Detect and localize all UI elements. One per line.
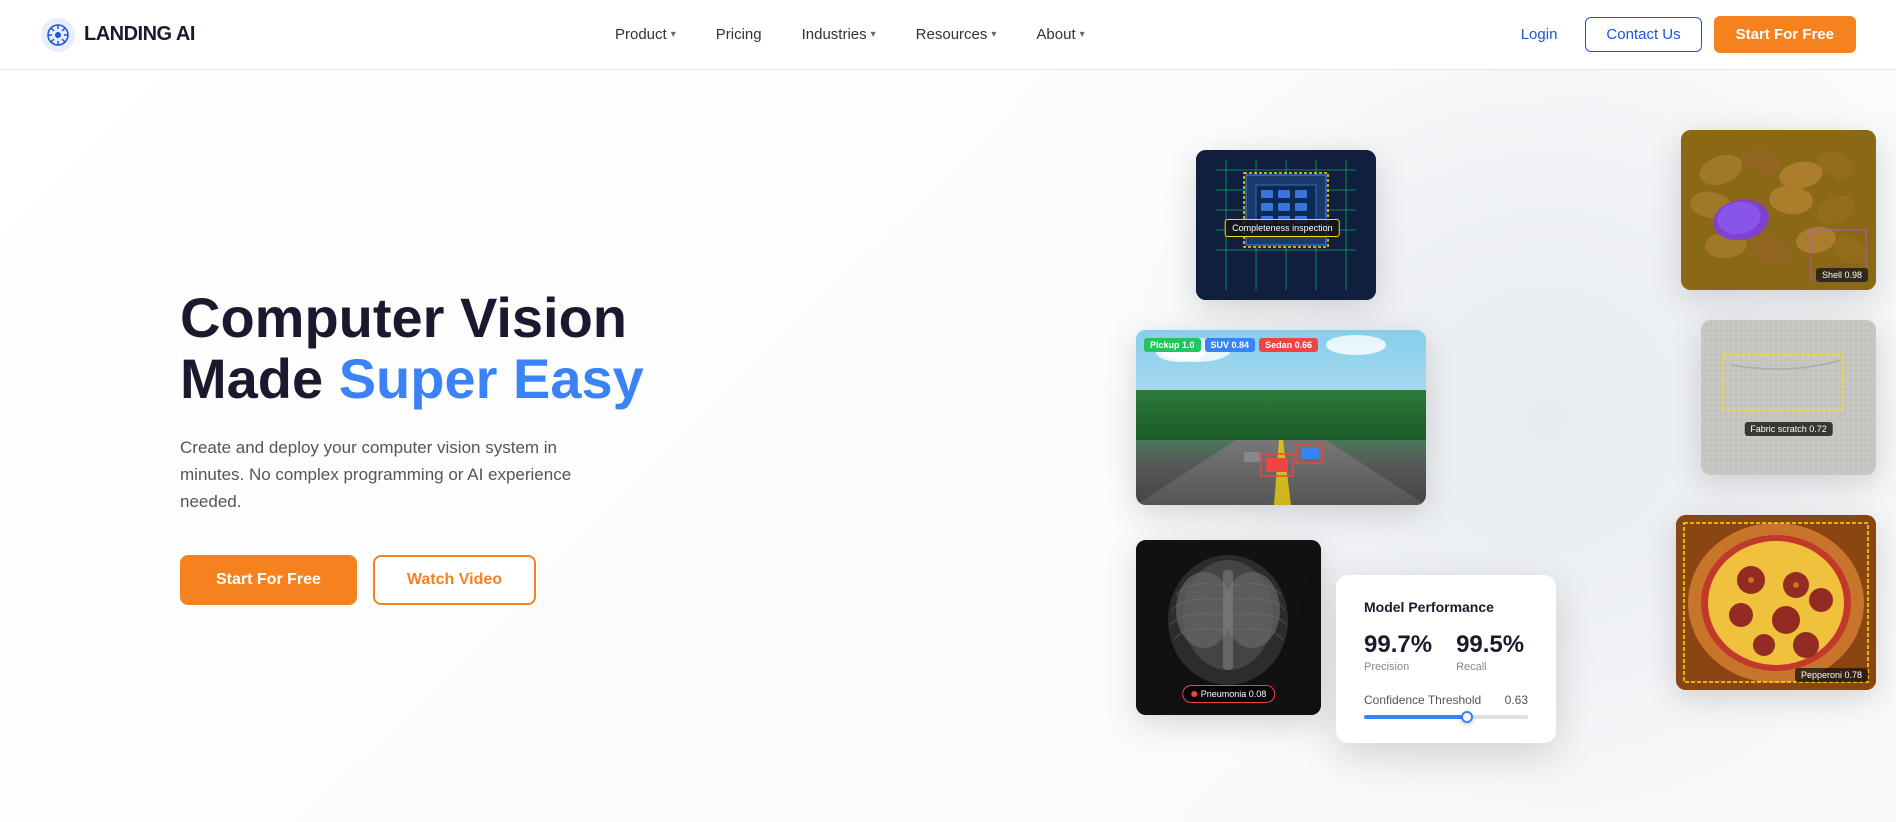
xray-detection-label: Pneumonia 0.08 — [1182, 685, 1276, 703]
watch-video-button[interactable]: Watch Video — [373, 555, 536, 605]
pickup-tag: Pickup 1.0 — [1144, 338, 1201, 352]
login-button[interactable]: Login — [1505, 18, 1574, 51]
almond-image — [1681, 130, 1876, 290]
nav-links: Product ▾ Pricing Industries ▾ Resources… — [599, 18, 1101, 51]
precision-value: 99.7% — [1364, 631, 1432, 659]
chevron-down-icon: ▾ — [671, 29, 676, 40]
model-card-title: Model Performance — [1364, 599, 1528, 615]
confidence-slider-fill — [1364, 715, 1467, 719]
xray-card: Pneumonia 0.08 — [1136, 540, 1321, 715]
logo-text: LANDING AI — [84, 23, 195, 46]
nav-about[interactable]: About ▾ — [1020, 18, 1100, 51]
recall-label: Recall — [1456, 661, 1524, 673]
pizza-image — [1676, 515, 1876, 690]
model-metrics: 99.7% Precision 99.5% Recall — [1364, 631, 1528, 673]
contact-button[interactable]: Contact Us — [1585, 17, 1701, 52]
pcb-card: Completeness inspection — [1196, 150, 1376, 300]
threshold-label-row: Confidence Threshold 0.63 — [1364, 693, 1528, 707]
nav-product[interactable]: Product ▾ — [599, 18, 692, 51]
nav-actions: Login Contact Us Start For Free — [1505, 16, 1856, 53]
chevron-down-icon: ▾ — [991, 29, 996, 40]
threshold-value: 0.63 — [1505, 693, 1528, 707]
road-image — [1136, 330, 1426, 505]
almond-detection-label: Shell 0.98 — [1816, 268, 1868, 282]
confidence-slider-track[interactable] — [1364, 715, 1528, 719]
suv-tag: SUV 0.84 — [1205, 338, 1256, 352]
hero-description: Create and deploy your computer vision s… — [180, 434, 600, 516]
pizza-detection-label: Pepperoni 0.78 — [1795, 668, 1868, 682]
sedan-tag: Sedan 0.66 — [1259, 338, 1318, 352]
nav-pricing[interactable]: Pricing — [700, 18, 778, 51]
pizza-card: Pepperoni 0.78 — [1676, 515, 1876, 690]
precision-metric: 99.7% Precision — [1364, 631, 1432, 673]
fabric-card: Fabric scratch 0.72 — [1701, 320, 1876, 475]
logo[interactable]: LANDING AI — [40, 17, 195, 53]
fabric-detection-label: Fabric scratch 0.72 — [1744, 422, 1833, 436]
road-detection-tags: Pickup 1.0 SUV 0.84 Sedan 0.66 — [1144, 338, 1318, 352]
hero-visuals: Completeness inspection — [1116, 130, 1896, 810]
navbar: LANDING AI Product ▾ Pricing Industries … — [0, 0, 1896, 70]
road-card: Pickup 1.0 SUV 0.84 Sedan 0.66 — [1136, 330, 1426, 505]
pcb-detection-label: Completeness inspection — [1225, 219, 1340, 237]
xray-dot — [1191, 691, 1197, 697]
recall-value: 99.5% — [1456, 631, 1524, 659]
almond-card: Shell 0.98 — [1681, 130, 1876, 290]
chevron-down-icon: ▾ — [871, 29, 876, 40]
logo-icon — [40, 17, 76, 53]
fabric-image — [1701, 320, 1876, 475]
threshold-text: Confidence Threshold — [1364, 693, 1481, 707]
hero-buttons: Start For Free Watch Video — [180, 555, 644, 605]
precision-label: Precision — [1364, 661, 1432, 673]
start-free-hero-button[interactable]: Start For Free — [180, 555, 357, 605]
nav-resources[interactable]: Resources ▾ — [900, 18, 1013, 51]
hero-title: Computer Vision Made Super Easy — [180, 287, 644, 410]
hero-section: Computer Vision Made Super Easy Create a… — [0, 70, 1896, 822]
chevron-down-icon: ▾ — [1080, 29, 1085, 40]
nav-industries[interactable]: Industries ▾ — [786, 18, 892, 51]
start-free-nav-button[interactable]: Start For Free — [1714, 16, 1856, 53]
model-performance-card: Model Performance 99.7% Precision 99.5% … — [1336, 575, 1556, 743]
recall-metric: 99.5% Recall — [1456, 631, 1524, 673]
confidence-slider-thumb[interactable] — [1461, 711, 1473, 723]
hero-content: Computer Vision Made Super Easy Create a… — [180, 287, 644, 606]
